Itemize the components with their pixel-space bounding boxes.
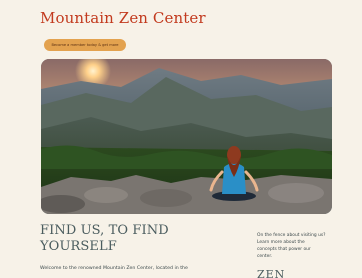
hero-image xyxy=(41,59,332,214)
sidebar-heading: ZEN xyxy=(257,268,286,278)
sidebar-note: On the fence about visiting us? Learn mo… xyxy=(257,232,335,260)
page-headline: FIND US, TO FIND YOURSELF xyxy=(40,223,169,255)
page: Mountain Zen Center Become a member toda… xyxy=(0,0,362,278)
hero-photo xyxy=(41,59,332,214)
sidebar-note-line: On the fence about visiting us? xyxy=(257,233,326,238)
welcome-paragraph: Welcome to the renowned Mountain Zen Cen… xyxy=(40,266,188,271)
sidebar-note-line[interactable]: concepts that power our xyxy=(257,246,335,253)
headline-line-2: YOURSELF xyxy=(40,239,117,254)
sidebar-note-line[interactable]: Learn more about the xyxy=(257,239,335,246)
membership-button[interactable]: Become a member today & get more xyxy=(44,39,126,51)
site-title-link[interactable]: Mountain Zen Center xyxy=(40,9,206,27)
headline-line-1: FIND US, TO FIND xyxy=(40,223,169,238)
sidebar-note-line[interactable]: center. xyxy=(257,253,335,260)
